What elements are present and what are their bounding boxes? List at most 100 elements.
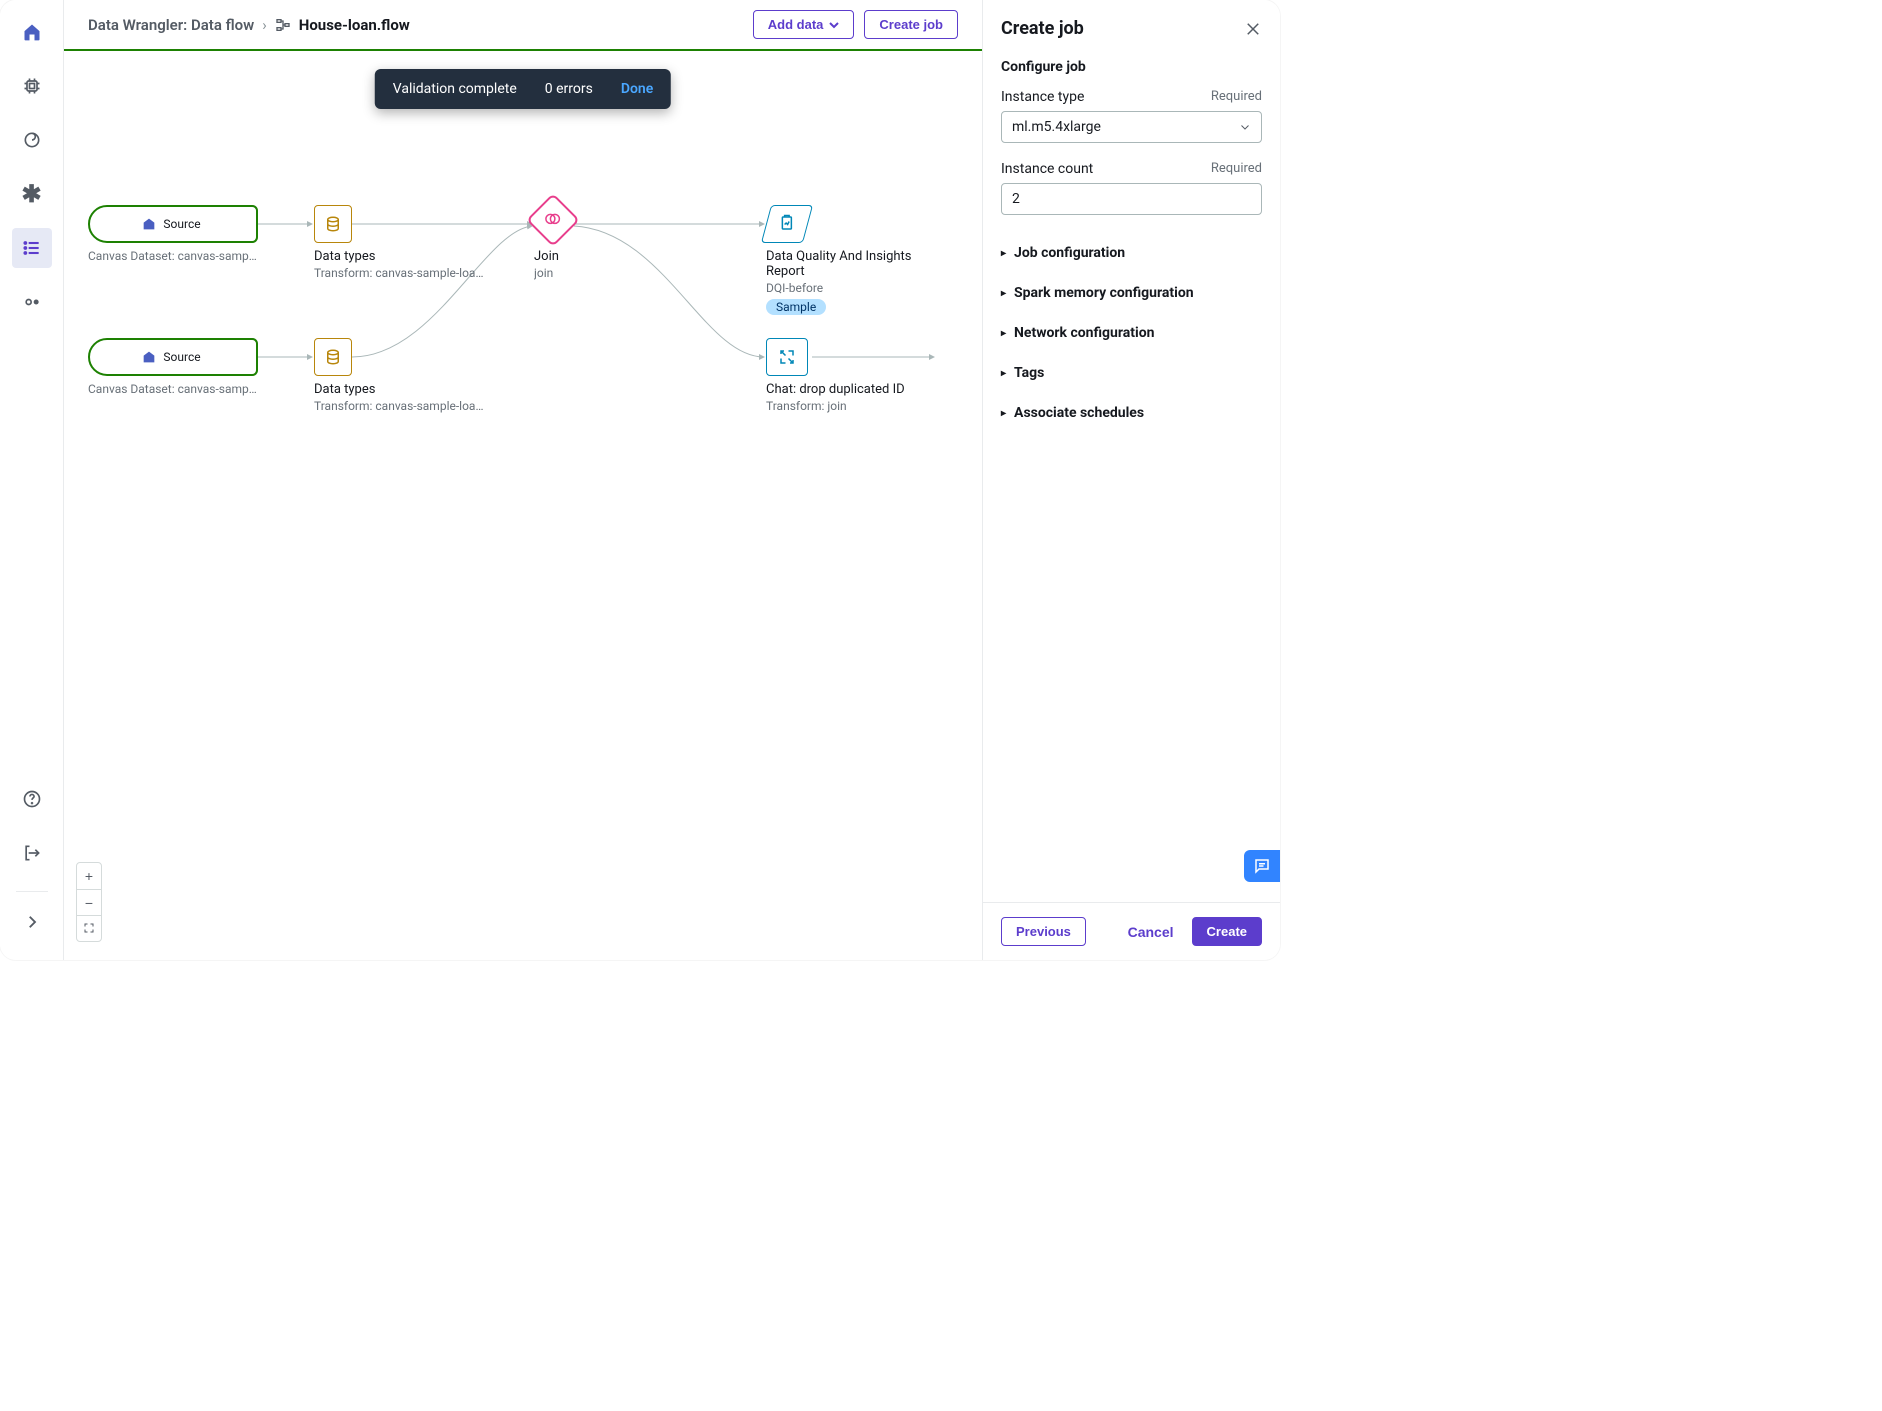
instance-type-label: Instance type xyxy=(1001,89,1084,105)
database-icon xyxy=(324,348,342,366)
chat-icon xyxy=(1253,857,1271,875)
left-sidebar: ✱ xyxy=(0,0,64,960)
caret-right-icon: ▸ xyxy=(1001,248,1006,259)
section-tags[interactable]: ▸ Tags xyxy=(1001,353,1262,393)
node-source-subtitle: Canvas Dataset: canvas-sample-loans-… xyxy=(88,382,258,396)
toast-message: Validation complete xyxy=(393,81,517,97)
breadcrumb: Data Wrangler: Data flow › House-loan.fl… xyxy=(88,16,410,34)
zoom-in-button[interactable]: + xyxy=(77,863,101,889)
report-icon xyxy=(778,214,796,232)
breadcrumb-current: House-loan.flow xyxy=(299,16,410,34)
section-label: Tags xyxy=(1014,365,1044,381)
instance-count-input[interactable]: 2 xyxy=(1001,183,1262,215)
create-button[interactable]: Create xyxy=(1192,917,1262,946)
node-subtitle: DQI-before xyxy=(766,281,936,295)
section-label: Job configuration xyxy=(1014,245,1125,261)
asterisk-icon: ✱ xyxy=(21,180,41,208)
node-datatypes-2[interactable]: Data types Transform: canvas-sample-loan… xyxy=(314,338,484,413)
help-icon xyxy=(22,789,42,809)
pipeline-icon xyxy=(22,130,42,150)
breadcrumb-parent[interactable]: Data Wrangler: Data flow xyxy=(88,16,254,34)
required-label: Required xyxy=(1211,161,1262,177)
add-data-label: Add data xyxy=(768,17,824,32)
node-title: Data types xyxy=(314,382,484,397)
flow-icon xyxy=(275,17,291,33)
toast-errors: 0 errors xyxy=(545,81,593,97)
instance-count-value: 2 xyxy=(1012,191,1020,207)
create-job-button[interactable]: Create job xyxy=(864,10,958,39)
transform-icon xyxy=(778,348,796,366)
instance-type-select[interactable]: ml.m5.4xlarge xyxy=(1001,111,1262,143)
node-subtitle: Transform: canvas-sample-loans-part-… xyxy=(314,399,484,413)
section-label: Network configuration xyxy=(1014,325,1154,341)
list-icon xyxy=(22,238,42,258)
configure-job-heading: Configure job xyxy=(1001,59,1262,75)
chat-fab[interactable] xyxy=(1244,850,1280,882)
node-join[interactable]: Join join xyxy=(534,201,572,280)
chevron-down-icon xyxy=(1239,121,1251,133)
node-subtitle: Transform: canvas-sample-loans-part-… xyxy=(314,266,484,280)
header: Data Wrangler: Data flow › House-loan.fl… xyxy=(64,0,982,51)
section-schedules[interactable]: ▸ Associate schedules xyxy=(1001,393,1262,433)
flow-canvas[interactable]: Validation complete 0 errors Done xyxy=(64,51,982,960)
instance-count-label: Instance count xyxy=(1001,161,1093,177)
section-label: Associate schedules xyxy=(1014,405,1144,421)
panel-title: Create job xyxy=(1001,18,1084,39)
sidebar-pipelines[interactable] xyxy=(12,120,52,160)
sidebar-logout[interactable] xyxy=(12,833,52,873)
node-source-1[interactable]: Source Canvas Dataset: canvas-sample-loa… xyxy=(88,205,258,263)
create-job-panel: Create job Configure job Instance type R… xyxy=(982,0,1280,960)
close-icon[interactable] xyxy=(1244,20,1262,38)
cancel-button[interactable]: Cancel xyxy=(1128,924,1174,940)
sidebar-data-wrangler[interactable] xyxy=(12,228,52,268)
caret-right-icon: ▸ xyxy=(1001,288,1006,299)
node-title: Data types xyxy=(314,249,484,264)
toast-done-link[interactable]: Done xyxy=(621,81,653,97)
add-data-button[interactable]: Add data xyxy=(753,10,855,39)
node-subtitle: join xyxy=(534,266,572,280)
zoom-out-button[interactable]: − xyxy=(77,889,101,915)
venn-icon xyxy=(544,210,562,228)
caret-right-icon: ▸ xyxy=(1001,368,1006,379)
node-title: Chat: drop duplicated ID xyxy=(766,382,905,397)
node-source-label: Source xyxy=(163,350,200,364)
sidebar-help[interactable] xyxy=(12,779,52,819)
logout-icon xyxy=(22,843,42,863)
section-job-configuration[interactable]: ▸ Job configuration xyxy=(1001,233,1262,273)
required-label: Required xyxy=(1211,89,1262,105)
sidebar-expand[interactable] xyxy=(12,902,52,942)
dataset-icon xyxy=(141,349,157,365)
node-title: Data Quality And Insights Report xyxy=(766,249,936,279)
zoom-controls: + − xyxy=(76,862,102,942)
sidebar-compute[interactable] xyxy=(12,66,52,106)
instance-type-value: ml.m5.4xlarge xyxy=(1012,119,1101,135)
dots-icon xyxy=(22,292,42,312)
fullscreen-icon xyxy=(83,922,95,934)
validation-toast: Validation complete 0 errors Done xyxy=(375,69,671,109)
chevron-right-icon: › xyxy=(262,16,267,34)
sample-badge: Sample xyxy=(766,299,826,315)
caret-down-icon xyxy=(829,20,839,30)
home-icon xyxy=(22,22,42,42)
node-chat[interactable]: Chat: drop duplicated ID Transform: join xyxy=(766,338,905,413)
dataset-icon xyxy=(141,216,157,232)
section-network[interactable]: ▸ Network configuration xyxy=(1001,313,1262,353)
node-title: Join xyxy=(534,249,572,264)
section-spark-memory[interactable]: ▸Spark memory configuration xyxy=(1001,273,1262,313)
caret-right-icon: ▸ xyxy=(1001,408,1006,419)
chip-icon xyxy=(22,76,42,96)
chevron-right-icon xyxy=(23,913,41,931)
node-source-label: Source xyxy=(163,217,200,231)
caret-right-icon: ▸ xyxy=(1001,328,1006,339)
node-datatypes-1[interactable]: Data types Transform: canvas-sample-loan… xyxy=(314,205,484,280)
zoom-fit-button[interactable] xyxy=(77,915,101,941)
previous-button[interactable]: Previous xyxy=(1001,917,1086,946)
database-icon xyxy=(324,215,342,233)
sidebar-endpoints[interactable] xyxy=(12,282,52,322)
sidebar-experiments[interactable]: ✱ xyxy=(12,174,52,214)
node-report[interactable]: Data Quality And Insights Report DQI-bef… xyxy=(766,205,936,315)
node-subtitle: Transform: join xyxy=(766,399,905,413)
node-source-2[interactable]: Source Canvas Dataset: canvas-sample-loa… xyxy=(88,338,258,396)
sidebar-home[interactable] xyxy=(12,12,52,52)
node-source-subtitle: Canvas Dataset: canvas-sample-loans-… xyxy=(88,249,258,263)
